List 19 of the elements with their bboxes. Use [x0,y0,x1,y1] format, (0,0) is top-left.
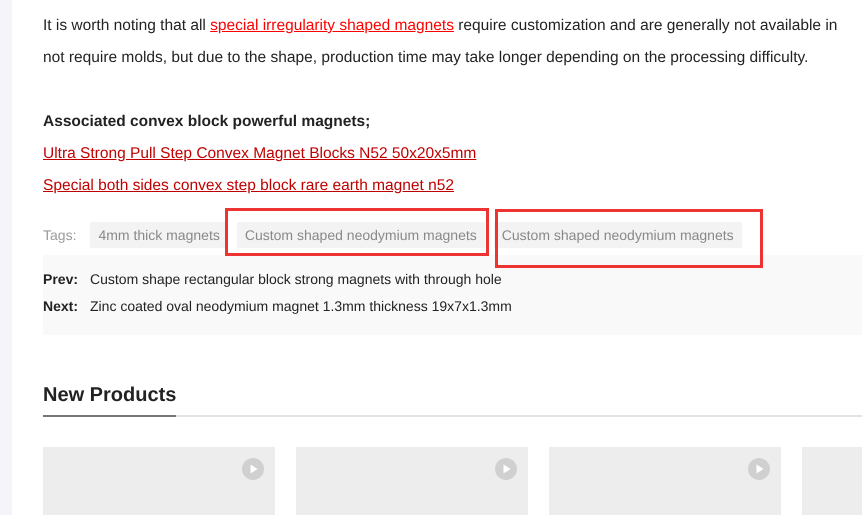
product-link[interactable]: Special both sides convex step block rare earth magnet n52 [43,177,454,194]
product-link[interactable]: Ultra Strong Pull Step Convex Magnet Blocks N52 50x20x5mm [43,145,476,162]
tags-label: Tags: [43,226,76,245]
product-card[interactable] [296,447,528,515]
nav-label: Prev: [43,270,80,289]
section-heading: Associated convex block powerful magnets; [43,112,370,132]
paragraph-text: not require molds, but due to the shape, production time may take longer depending on the processing difficulty. [43,48,808,68]
paragraph-text: require customization and are generally not available in [457,16,838,36]
play-icon[interactable] [748,458,770,480]
section-title: New Products [43,380,176,417]
nav-link[interactable]: Zinc coated oval neodymium magnet 1.3mm thickness 19x7x1.3mm [90,294,512,321]
nav-label: Next: [43,297,80,316]
play-icon[interactable] [242,458,264,480]
nav-link[interactable]: Custom shape rectangular block strong magnets with through hole [90,267,502,294]
product-card[interactable] [549,447,781,515]
product-card[interactable] [43,447,275,515]
paragraph-text: It is worth noting that all [43,16,207,36]
text-link[interactable]: special irregularity shaped magnets [210,14,454,46]
play-icon[interactable] [495,458,517,480]
